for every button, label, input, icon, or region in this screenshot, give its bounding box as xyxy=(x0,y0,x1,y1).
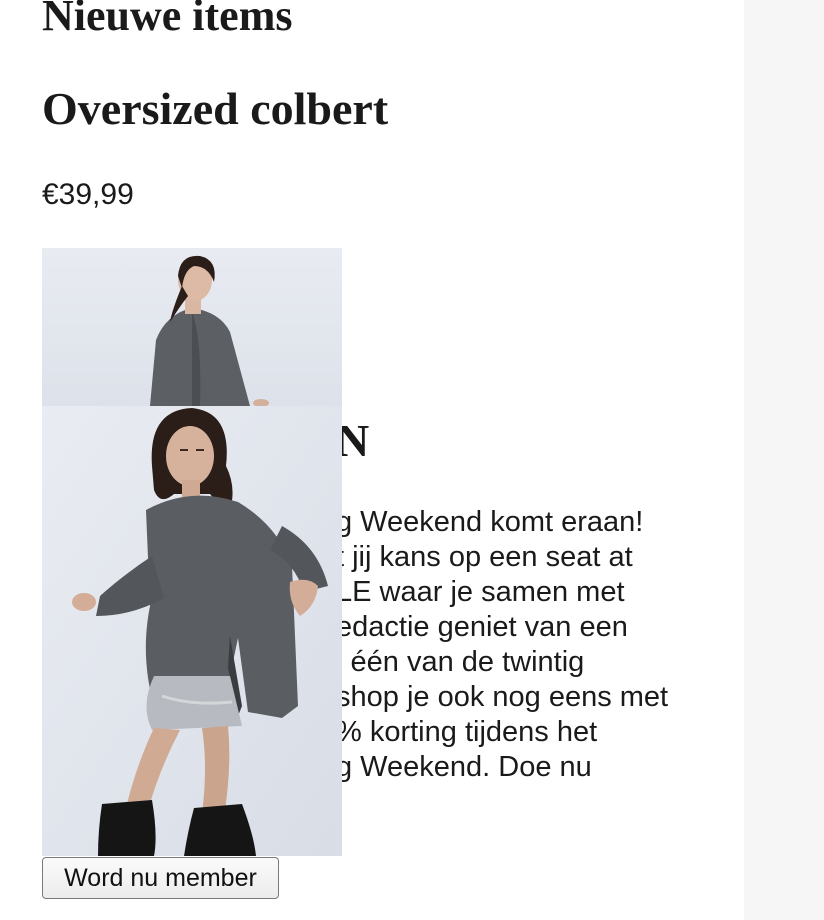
section-title: Nieuwe items xyxy=(42,0,293,40)
promo-text: g Weekend komt eraan! t jij kans op een … xyxy=(336,505,716,785)
model-photo-small xyxy=(42,248,342,406)
product-image-large[interactable] xyxy=(42,406,342,856)
promo-line: LE waar je samen met xyxy=(336,576,625,608)
promo-line: g Weekend. Doe nu xyxy=(336,751,592,783)
right-side-panel xyxy=(744,0,824,920)
model-photo-large xyxy=(42,406,342,856)
promo-line: shop je ook nog eens met xyxy=(336,681,669,713)
promo-line: t jij kans op een seat at xyxy=(336,541,633,573)
product-title[interactable]: Oversized colbert xyxy=(42,80,388,138)
promo-line: g Weekend komt eraan! xyxy=(336,506,644,538)
promo-line: edactie geniet van een xyxy=(336,611,628,643)
become-member-button[interactable]: Word nu member xyxy=(42,857,279,899)
product-price: €39,99 xyxy=(42,178,134,211)
product-image-small[interactable] xyxy=(42,248,342,406)
promo-line: j één van de twintig xyxy=(336,646,585,678)
promo-line: % korting tijdens het xyxy=(336,716,598,748)
page: Nieuwe items Oversized colbert €39,99 N … xyxy=(0,0,824,920)
